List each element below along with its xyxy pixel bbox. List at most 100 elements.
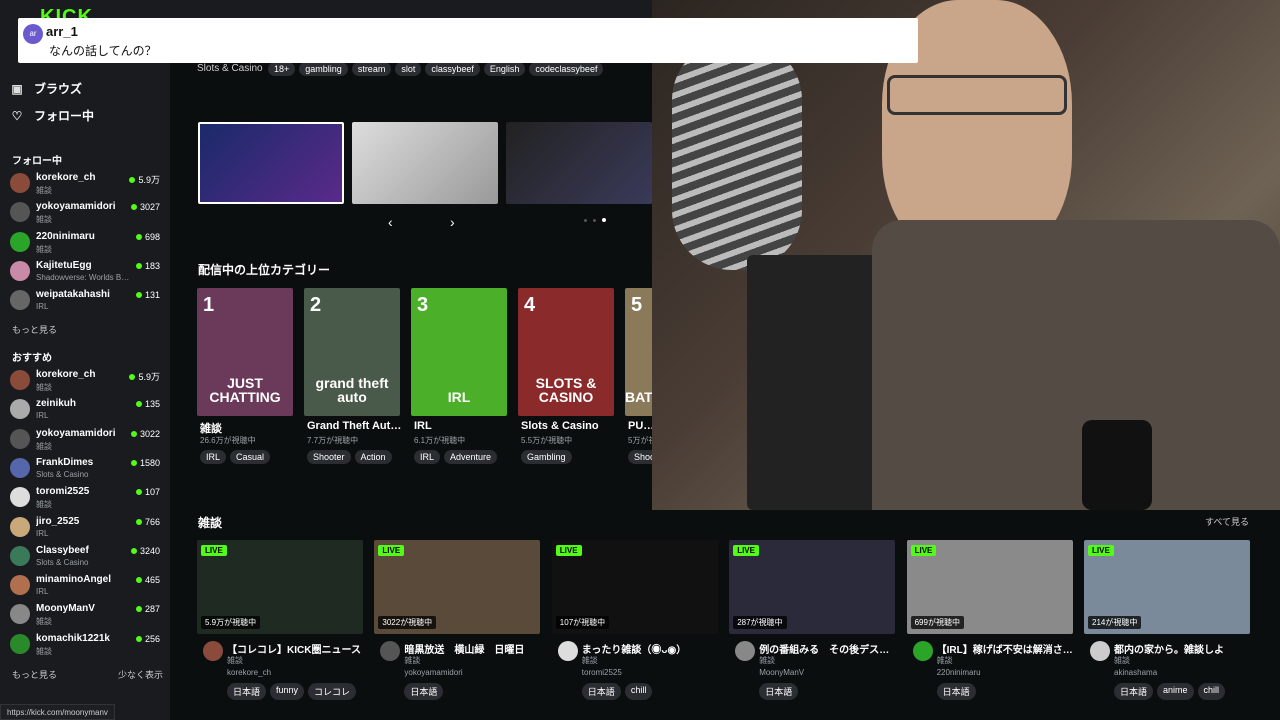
sidebar-channel-FrankDimes[interactable]: FrankDimes Slots & Casino 1580 xyxy=(10,455,160,483)
avatar[interactable] xyxy=(735,641,756,661)
sidebar-channel-weipatakahashi[interactable]: weipatakahashi IRL 131 xyxy=(10,287,160,315)
stream-category[interactable]: 雑談 xyxy=(227,655,243,666)
sidebar-channel-Classybeef[interactable]: Classybeef Slots & Casino 3240 xyxy=(10,543,160,571)
show-less-button[interactable]: 少なく表示 xyxy=(118,668,163,681)
stream-title[interactable]: 暗黒放送 横山緑 日曜日 xyxy=(404,641,542,656)
avatar[interactable] xyxy=(203,641,223,661)
tag[interactable]: 日本語 xyxy=(404,683,444,700)
tag[interactable]: stream xyxy=(351,62,392,76)
avatar[interactable] xyxy=(912,641,933,661)
stream-category[interactable]: 雑談 xyxy=(759,655,775,666)
sidebar-channel-korekore_ch[interactable]: korekore_ch 雑談 5.9万 xyxy=(10,170,160,198)
carousel-thumb-1[interactable] xyxy=(198,122,344,204)
stream-channel[interactable]: MoonyManV xyxy=(759,668,804,677)
featured-category[interactable]: Slots & Casino xyxy=(197,63,263,74)
avatar[interactable] xyxy=(380,641,401,661)
stream-thumbnail[interactable]: LIVE 3022が視聴中 xyxy=(374,540,541,634)
sidebar-channel-220ninimaru[interactable]: 220ninimaru 雑談 698 xyxy=(10,229,160,257)
tag[interactable]: gambling xyxy=(299,62,348,76)
show-more-recommended[interactable]: もっと見る xyxy=(12,668,57,681)
category-card[interactable]: 4 SLOTS & CASINO xyxy=(518,288,614,416)
category-card[interactable]: 5 BATTL xyxy=(625,288,655,416)
show-more-following[interactable]: もっと見る xyxy=(12,323,57,336)
stream-category[interactable]: 雑談 xyxy=(1114,655,1130,666)
pager-dot-active[interactable] xyxy=(602,218,606,222)
carousel-prev-icon[interactable]: ‹ xyxy=(388,214,393,230)
stream-channel[interactable]: toromi2525 xyxy=(582,668,622,677)
tag[interactable]: slot xyxy=(395,62,422,76)
sidebar-channel-yokoyamamidori[interactable]: yokoyamamidori 雑談 3022 xyxy=(10,426,160,454)
stream-title[interactable]: 例の番組みる その後デスゲーム xyxy=(759,641,897,656)
tag[interactable]: 日本語 xyxy=(1114,683,1154,700)
category-card[interactable]: 1 JUST CHATTING xyxy=(197,288,293,416)
sidebar-channel-minaminoAngel[interactable]: minaminoAngel IRL 465 xyxy=(10,572,160,600)
stream-title[interactable]: 都内の家から。雑談しよ xyxy=(1114,641,1252,656)
avatar[interactable] xyxy=(1090,641,1110,661)
category-name[interactable]: Slots & Casino xyxy=(521,420,621,432)
tag[interactable]: English xyxy=(483,62,526,76)
stream-category[interactable]: 雑談 xyxy=(582,655,598,666)
pager-dot[interactable] xyxy=(584,218,587,222)
stream-channel[interactable]: 220ninimaru xyxy=(937,668,981,677)
category-rank: 3 xyxy=(417,294,429,316)
channel-category: IRL xyxy=(36,411,49,421)
stream-thumbnail[interactable]: LIVE 287が視聴中 xyxy=(729,540,896,634)
stream-thumbnail[interactable]: LIVE 5.9万が視聴中 xyxy=(197,540,363,634)
tag[interactable]: 日本語 xyxy=(227,683,267,700)
zatsudan-title[interactable]: 雑談 xyxy=(198,514,222,531)
category-tags: Shooter Action xyxy=(307,450,407,464)
tag[interactable]: コレコレ xyxy=(308,683,357,700)
nav-browse[interactable]: ▣ ブラウズ xyxy=(10,80,82,97)
nav-following[interactable]: ♡ フォロー中 xyxy=(10,107,94,124)
tag[interactable]: Shooter xyxy=(307,450,351,464)
tag[interactable]: IRL xyxy=(200,450,227,464)
category-card[interactable]: 2 grand theft auto xyxy=(304,288,400,416)
tag[interactable]: IRL xyxy=(414,450,441,464)
tag[interactable]: Adventure xyxy=(444,450,498,464)
sidebar-channel-jiro_2525[interactable]: jiro_2525 IRL 766 xyxy=(10,514,160,542)
tag[interactable]: Action xyxy=(354,450,392,464)
tag[interactable]: chill xyxy=(624,683,653,700)
carousel-next-icon[interactable]: › xyxy=(450,214,455,230)
channel-name: weipatakahashi xyxy=(36,289,110,301)
sidebar-channel-korekore_ch[interactable]: korekore_ch 雑談 5.9万 xyxy=(10,367,160,395)
tag[interactable]: funny xyxy=(270,683,305,700)
sidebar-channel-MoonyManV[interactable]: MoonyManV 雑談 287 xyxy=(10,601,160,629)
pager-dot[interactable] xyxy=(593,218,596,222)
tag[interactable]: anime xyxy=(1157,683,1194,700)
stream-channel[interactable]: yokoyamamidori xyxy=(404,668,462,677)
tag[interactable]: chill xyxy=(1197,683,1226,700)
tag[interactable]: Casual xyxy=(230,450,271,464)
viewer-count-value: 698 xyxy=(144,231,160,242)
stream-category[interactable]: 雑談 xyxy=(937,655,953,666)
sidebar-channel-komachik1221k[interactable]: komachik1221k 雑談 256 xyxy=(10,631,160,659)
stream-title[interactable]: 【IRL】稼げば不安は解消される xyxy=(937,641,1075,656)
sidebar-channel-zeinikuh[interactable]: zeinikuh IRL 135 xyxy=(10,396,160,424)
avatar[interactable] xyxy=(557,641,578,661)
tag[interactable]: codeclassybeef xyxy=(529,62,604,76)
category-card[interactable]: 3 IRL xyxy=(411,288,507,416)
tag[interactable]: 日本語 xyxy=(581,683,621,700)
stream-title[interactable]: 【コレコレ】KICK圏ニュース xyxy=(227,641,365,656)
tag[interactable]: 日本語 xyxy=(936,683,976,700)
sidebar-channel-KajitetuEgg[interactable]: KajitetuEggShadowverse: Worlds Beyond 183 xyxy=(10,258,160,286)
tag[interactable]: 18+ xyxy=(268,62,296,76)
tag[interactable]: 日本語 xyxy=(759,683,799,700)
stream-thumbnail[interactable]: LIVE 107が視聴中 xyxy=(551,540,718,634)
category-name[interactable]: IRL xyxy=(414,420,514,432)
stream-thumbnail[interactable]: LIVE 699が視聴中 xyxy=(906,540,1073,634)
stream-category[interactable]: 雑談 xyxy=(404,655,420,666)
stream-thumbnail[interactable]: LIVE 214が視聴中 xyxy=(1084,540,1250,634)
category-name[interactable]: Grand Theft Auto V xyxy=(307,420,407,432)
carousel-thumb-3[interactable] xyxy=(506,122,652,204)
see-all-link[interactable]: すべて見る xyxy=(1205,515,1249,528)
category-name[interactable]: 雑談 xyxy=(200,420,300,436)
sidebar-channel-yokoyamamidori[interactable]: yokoyamamidori 雑談 3027 xyxy=(10,199,160,227)
tag[interactable]: Gambling xyxy=(521,450,572,464)
tag[interactable]: classybeef xyxy=(425,62,480,76)
stream-title[interactable]: まったり雑談（◉ᴗ◉） xyxy=(582,641,720,656)
stream-channel[interactable]: korekore_ch xyxy=(227,668,271,677)
stream-channel[interactable]: akinashama xyxy=(1114,668,1157,677)
carousel-thumb-2[interactable] xyxy=(352,122,498,204)
sidebar-channel-toromi2525[interactable]: toromi2525 雑談 107 xyxy=(10,484,160,512)
